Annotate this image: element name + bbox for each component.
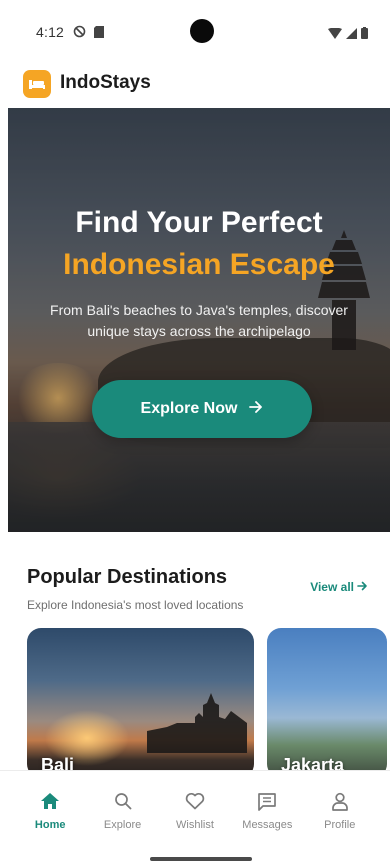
- explore-now-label: Explore Now: [140, 400, 238, 417]
- section-subtitle: Explore Indonesia's most loved locations: [27, 598, 244, 612]
- sim-card-icon: [94, 25, 104, 43]
- signal-icon: [346, 26, 357, 44]
- nav-label: Profile: [324, 819, 356, 831]
- bottom-navigation: Home Explore Wishlist Messages Profile: [0, 770, 390, 848]
- status-time: 4:12: [36, 24, 65, 40]
- nav-label: Explore: [103, 819, 142, 831]
- message-icon: [255, 789, 279, 813]
- arrow-right-icon: [357, 580, 368, 594]
- destination-card-jakarta[interactable]: Jakarta: [267, 628, 387, 778]
- nav-item-wishlist[interactable]: Wishlist: [163, 771, 227, 848]
- wifi-icon: [328, 26, 342, 44]
- heart-icon: [183, 789, 207, 813]
- destination-card-bali[interactable]: Bali: [27, 628, 254, 778]
- nav-item-explore[interactable]: Explore: [91, 771, 155, 848]
- hero-title: Find Your Perfect: [75, 206, 323, 239]
- nav-item-home[interactable]: Home: [18, 771, 82, 848]
- section-title: Popular Destinations: [27, 566, 228, 588]
- temple-silhouette: [147, 693, 247, 753]
- dnd-icon: [73, 25, 86, 43]
- front-camera: [190, 19, 214, 43]
- bed-logo-icon: [23, 70, 51, 98]
- hero-banner: Find Your Perfect Indonesian Escape From…: [8, 108, 390, 532]
- search-icon: [111, 789, 135, 813]
- nav-item-profile[interactable]: Profile: [308, 771, 372, 848]
- battery-icon: [361, 26, 368, 44]
- view-all-label: View all: [310, 580, 354, 594]
- person-icon: [328, 789, 352, 813]
- view-all-link[interactable]: View all: [310, 580, 368, 594]
- home-indicator[interactable]: [150, 857, 252, 861]
- nav-label: Home: [34, 819, 66, 831]
- app-title: IndoStays: [60, 72, 151, 93]
- hero-subtitle: From Bali's beaches to Java's temples, d…: [50, 302, 348, 339]
- app-header: IndoStays: [0, 62, 390, 107]
- explore-now-button[interactable]: Explore Now: [92, 380, 312, 438]
- nav-label: Wishlist: [176, 819, 214, 831]
- arrow-right-icon: [249, 400, 263, 418]
- nav-item-messages[interactable]: Messages: [235, 771, 299, 848]
- home-icon: [38, 789, 62, 813]
- nav-label: Messages: [242, 819, 293, 831]
- status-bar: 4:12: [0, 0, 390, 62]
- hero-title-highlight: Indonesian Escape: [63, 248, 335, 281]
